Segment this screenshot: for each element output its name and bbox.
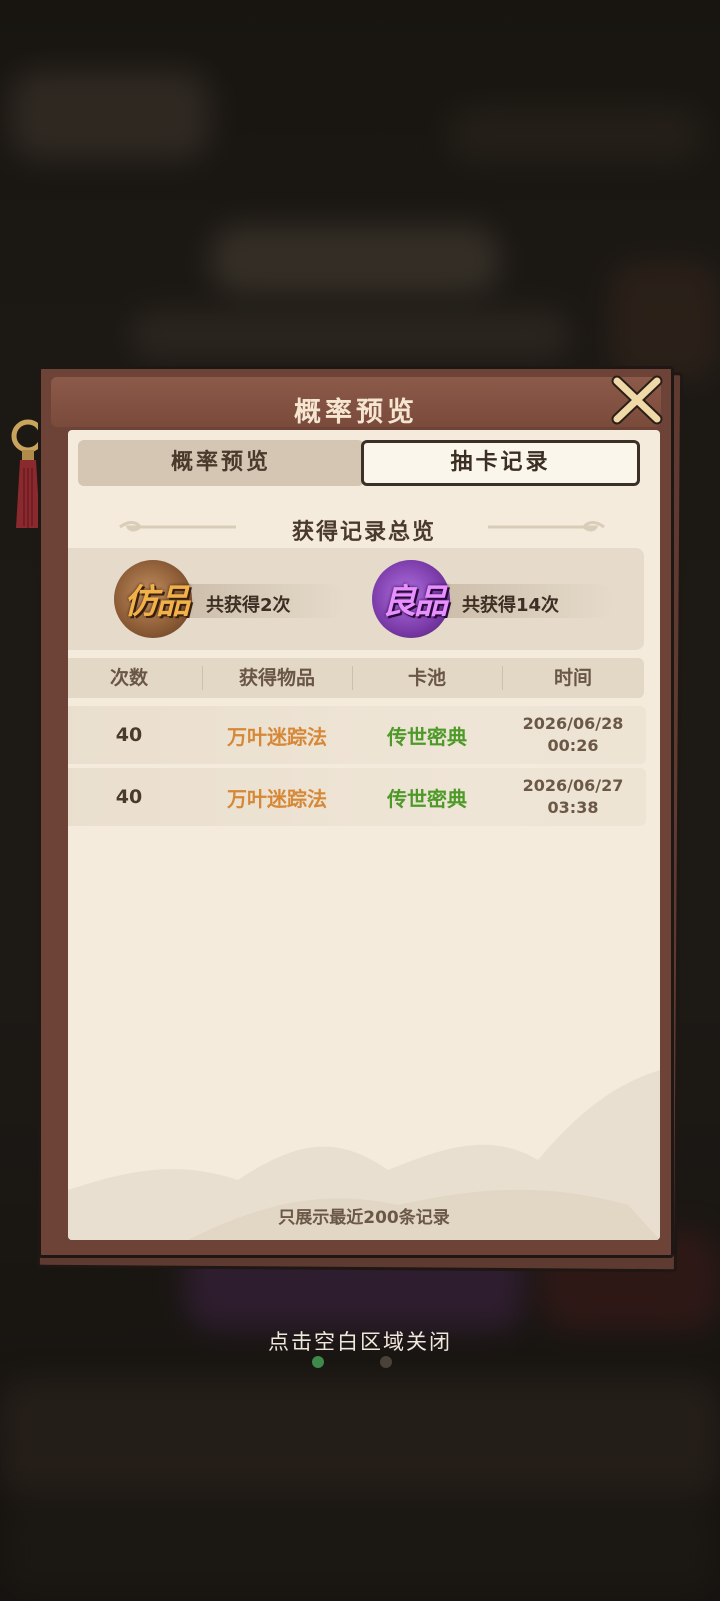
rarity-label-replica: 仿品: [124, 582, 190, 622]
row-pool: 传世密典: [387, 724, 467, 749]
row-count: 40: [115, 724, 143, 746]
row-clock: 03:38: [547, 798, 599, 817]
right-flourish-icon: [488, 521, 605, 532]
col-item: 获得物品: [238, 667, 315, 689]
record-limit-note: 只展示最近200条记录: [278, 1208, 450, 1228]
row-time: 2026/06/28 00:26: [502, 706, 644, 764]
title-bar: 概率预览: [51, 377, 661, 428]
row-clock: 00:26: [547, 736, 599, 755]
rarity-badge-replica: 仿品: [106, 556, 196, 642]
dialog-title: 概率预览: [294, 397, 418, 428]
rarity-badge-good: 良品: [364, 556, 454, 642]
row-time: 2026/06/27 03:38: [502, 768, 644, 826]
table-row: 40 万叶迷踪法 传世密典 2026/06/28 00:26: [68, 706, 646, 764]
tab-draw-records[interactable]: 抽卡记录: [361, 440, 640, 486]
good-count: 共获得14次: [462, 595, 560, 616]
table-header: 次数 获得物品 卡池 时间: [68, 658, 644, 698]
row-item: 万叶迷踪法: [227, 786, 327, 811]
row-item: 万叶迷踪法: [227, 724, 327, 749]
tab-bar: 概率预览 抽卡记录: [78, 440, 640, 486]
table-row: 40 万叶迷踪法 传世密典 2026/06/27 03:38: [68, 768, 646, 826]
col-count: 次数: [109, 667, 148, 689]
dialog-content-layer: 概率预览 抽卡记录 获得记录总览 仿品 共获得2次 良品 共获得14次 次数 获…: [38, 366, 674, 1258]
summary-box: 仿品 共获得2次 良品 共获得14次: [68, 548, 644, 650]
col-pool: 卡池: [407, 667, 446, 689]
col-time: 时间: [553, 667, 592, 689]
tab-probability-preview[interactable]: 概率预览: [78, 440, 364, 486]
page-dots-icon: [312, 1356, 392, 1368]
dialog-body: 概率预览 抽卡记录 获得记录总览 仿品 共获得2次 良品 共获得14次 次数 获…: [68, 430, 660, 1240]
row-pool: 传世密典: [387, 786, 467, 811]
close-x-icon[interactable]: [609, 373, 667, 427]
row-date: 2026/06/27: [522, 776, 624, 795]
close-hint[interactable]: 点击空白区域关闭: [0, 1326, 720, 1356]
row-count: 40: [115, 786, 143, 808]
row-date: 2026/06/28: [522, 714, 624, 733]
page-indicator: [310, 1354, 400, 1374]
replica-count: 共获得2次: [206, 595, 291, 616]
rarity-label-good: 良品: [382, 582, 448, 622]
